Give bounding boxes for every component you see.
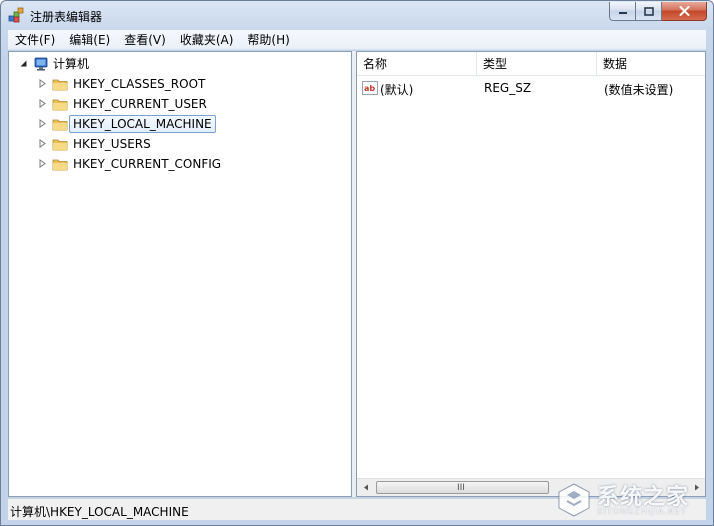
value-data: (数值未设置)	[604, 83, 674, 97]
registry-editor-window: 注册表编辑器 文件(F) 编辑(E) 查看(V) 收藏夹(A) 帮助(H) 计算…	[0, 0, 714, 526]
menu-favorites[interactable]: 收藏夹(A)	[173, 30, 241, 50]
column-header-type[interactable]: 类型	[477, 52, 597, 76]
menu-view[interactable]: 查看(V)	[117, 30, 173, 50]
maximize-button[interactable]	[636, 2, 662, 21]
window-title: 注册表编辑器	[30, 10, 103, 24]
tree-item-computer[interactable]: 计算机	[9, 54, 349, 74]
values-list-pane[interactable]: 名称 类型 数据 ab (默认) REG_SZ (数值未设置) III	[356, 51, 706, 497]
watermark-subtext: XITONGZHIJIA.NET	[597, 507, 687, 516]
tree-item-hkey-local-machine[interactable]: HKEY_LOCAL_MACHINE	[9, 114, 349, 134]
expanded-arrow-icon[interactable]	[19, 59, 28, 68]
minimize-icon	[618, 12, 627, 14]
caption-buttons	[609, 2, 707, 21]
regedit-app-icon	[8, 7, 24, 23]
menu-help[interactable]: 帮助(H)	[240, 30, 296, 50]
list-header: 名称 类型 数据	[357, 52, 705, 76]
watermark-logo-icon	[558, 483, 590, 517]
tree-label-hive: HKEY_CURRENT_CONFIG	[73, 157, 222, 171]
maximize-icon	[643, 6, 654, 16]
folder-icon	[52, 159, 68, 171]
folder-icon	[52, 139, 68, 151]
title-bar[interactable]: 注册表编辑器	[1, 1, 713, 29]
string-value-icon: ab	[362, 81, 378, 95]
arrow-left-icon	[363, 484, 368, 491]
folder-icon	[52, 119, 68, 131]
status-path: 计算机\HKEY_LOCAL_MACHINE	[10, 505, 189, 519]
folder-icon	[52, 79, 68, 91]
column-header-data[interactable]: 数据	[597, 52, 705, 76]
tree-label-computer: 计算机	[53, 57, 90, 71]
minimize-button[interactable]	[609, 2, 636, 21]
folder-icon	[52, 99, 68, 111]
tree-item-hkey-current-user[interactable]: HKEY_CURRENT_USER	[9, 94, 349, 114]
tree-label-hive: HKEY_CLASSES_ROOT	[73, 77, 206, 91]
tree-label-hive-selected: HKEY_LOCAL_MACHINE	[69, 115, 216, 133]
value-row[interactable]: ab (默认) REG_SZ (数值未设置)	[357, 78, 705, 98]
column-header-name[interactable]: 名称	[357, 52, 477, 76]
key-tree-pane[interactable]: 计算机 HKEY_CLASSES_ROOT HKEY_CURRENT_USER	[8, 51, 352, 497]
tree-item-hkey-current-config[interactable]: HKEY_CURRENT_CONFIG	[9, 154, 349, 174]
menu-edit[interactable]: 编辑(E)	[62, 30, 117, 50]
collapsed-arrow-icon[interactable]	[38, 159, 47, 168]
collapsed-arrow-icon[interactable]	[38, 79, 47, 88]
tree-item-hkey-users[interactable]: HKEY_USERS	[9, 134, 349, 154]
menu-file[interactable]: 文件(F)	[8, 30, 62, 50]
value-type: REG_SZ	[484, 81, 532, 95]
menu-bar: 文件(F) 编辑(E) 查看(V) 收藏夹(A) 帮助(H)	[8, 30, 706, 50]
collapsed-arrow-icon[interactable]	[38, 99, 47, 108]
tree-item-hkey-classes-root[interactable]: HKEY_CLASSES_ROOT	[9, 74, 349, 94]
tree-label-hive: HKEY_CURRENT_USER	[73, 97, 207, 111]
scroll-left-button[interactable]	[357, 479, 374, 496]
scroll-thumb-grip: III	[457, 483, 465, 493]
value-name: (默认)	[380, 83, 414, 97]
site-watermark: 系统之家 XITONGZHIJIA.NET	[541, 477, 711, 523]
close-button[interactable]	[662, 2, 707, 21]
collapsed-arrow-icon[interactable]	[38, 119, 47, 128]
svg-text:ab: ab	[364, 84, 375, 93]
computer-icon	[34, 57, 48, 71]
collapsed-arrow-icon[interactable]	[38, 139, 47, 148]
close-icon	[679, 6, 689, 16]
scroll-thumb[interactable]: III	[376, 481, 549, 494]
tree-label-hive: HKEY_USERS	[73, 137, 151, 151]
